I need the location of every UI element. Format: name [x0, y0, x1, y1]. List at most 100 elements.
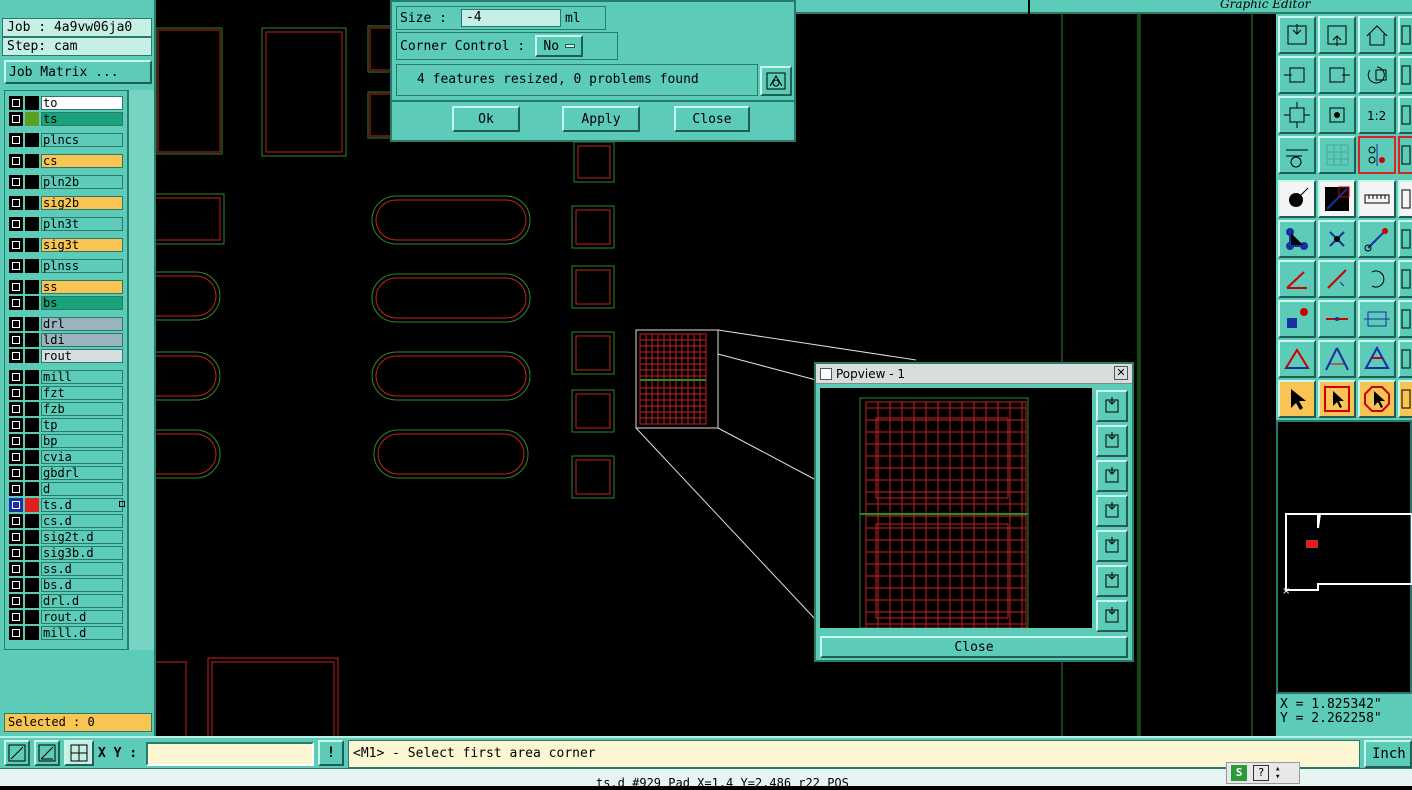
layer-color-swatch[interactable]: [25, 133, 39, 147]
layer-row[interactable]: cvia: [5, 449, 127, 465]
layer-checkbox[interactable]: [9, 530, 23, 544]
layer-name[interactable]: pln2b: [41, 175, 123, 189]
toolbar-button[interactable]: [1278, 96, 1316, 134]
toolbar-button[interactable]: [1398, 300, 1412, 338]
popview-close-icon[interactable]: ✕: [1114, 366, 1128, 380]
popview-close-button[interactable]: Close: [820, 636, 1128, 658]
layer-color-swatch[interactable]: [25, 514, 39, 528]
layer-color-swatch[interactable]: [25, 112, 39, 126]
layer-checkbox[interactable]: [9, 578, 23, 592]
layer-name[interactable]: rout.d: [41, 610, 123, 624]
layer-scrollbar[interactable]: [128, 90, 154, 650]
layer-color-swatch[interactable]: [25, 434, 39, 448]
toolbar-button[interactable]: 1:2: [1358, 96, 1396, 134]
layer-row[interactable]: ts.d: [5, 497, 127, 513]
layer-row[interactable]: ldi: [5, 332, 127, 348]
toolbar-button[interactable]: [1278, 260, 1316, 298]
toolbar-button[interactable]: [1318, 300, 1356, 338]
layer-name[interactable]: sig2b: [41, 196, 123, 210]
toolbar-button[interactable]: [1358, 180, 1396, 218]
layer-name[interactable]: rout: [41, 349, 123, 363]
layer-color-swatch[interactable]: [25, 594, 39, 608]
toolbar-button[interactable]: [1398, 96, 1412, 134]
layer-checkbox[interactable]: [9, 466, 23, 480]
toolbar-button[interactable]: [1278, 180, 1316, 218]
popview-tool-button[interactable]: [1096, 425, 1128, 457]
layer-name[interactable]: fzb: [41, 402, 123, 416]
layer-color-swatch[interactable]: [25, 402, 39, 416]
layer-row[interactable]: d: [5, 481, 127, 497]
layer-color-swatch[interactable]: [25, 626, 39, 640]
measure-mode-button[interactable]: [34, 740, 60, 766]
toolbar-button[interactable]: [1278, 340, 1316, 378]
layer-checkbox[interactable]: [9, 610, 23, 624]
arrows-icon[interactable]: ▴ ▾: [1275, 765, 1280, 782]
layer-checkbox[interactable]: [9, 434, 23, 448]
toolbar-button[interactable]: [1398, 340, 1412, 378]
layer-name[interactable]: ts.d: [41, 498, 123, 512]
layer-name[interactable]: bs.d: [41, 578, 123, 592]
toolbar-button[interactable]: [1318, 260, 1356, 298]
layer-name[interactable]: plnss: [41, 259, 123, 273]
layer-color-swatch[interactable]: [25, 386, 39, 400]
layer-name[interactable]: fzt: [41, 386, 123, 400]
toolbar-button[interactable]: [1318, 136, 1356, 174]
layer-color-swatch[interactable]: [25, 175, 39, 189]
layer-color-swatch[interactable]: [25, 498, 39, 512]
layer-row[interactable]: drl: [5, 316, 127, 332]
layer-name[interactable]: tp: [41, 418, 123, 432]
layer-row[interactable]: sig3t: [5, 237, 127, 253]
toolbar-button[interactable]: [1358, 136, 1396, 174]
layer-checkbox[interactable]: [9, 546, 23, 560]
layer-name[interactable]: to: [41, 96, 123, 110]
toolbar-button[interactable]: [1278, 56, 1316, 94]
layer-color-swatch[interactable]: [25, 154, 39, 168]
layer-row[interactable]: fzt: [5, 385, 127, 401]
layer-row[interactable]: mill.d: [5, 625, 127, 641]
layer-row[interactable]: mill: [5, 369, 127, 385]
layer-checkbox[interactable]: [9, 333, 23, 347]
toolbar-button[interactable]: [1278, 136, 1316, 174]
overview-map[interactable]: ×: [1276, 420, 1412, 694]
toolbar-button[interactable]: [1398, 220, 1412, 258]
layer-color-swatch[interactable]: [25, 546, 39, 560]
layer-row[interactable]: sig2b: [5, 195, 127, 211]
toolbar-button[interactable]: [1358, 220, 1396, 258]
layer-checkbox[interactable]: [9, 626, 23, 640]
layer-name[interactable]: sig2t.d: [41, 530, 123, 544]
popview-tool-button[interactable]: [1096, 530, 1128, 562]
alert-button[interactable]: !: [318, 740, 344, 766]
layer-checkbox[interactable]: [9, 418, 23, 432]
xy-input[interactable]: [146, 742, 314, 766]
layer-row[interactable]: fzb: [5, 401, 127, 417]
layer-checkbox[interactable]: [9, 450, 23, 464]
layer-row[interactable]: drl.d: [5, 593, 127, 609]
popview-tool-button[interactable]: [1096, 390, 1128, 422]
layer-color-swatch[interactable]: [25, 317, 39, 331]
layer-name[interactable]: pln3t: [41, 217, 123, 231]
report-button[interactable]: [760, 66, 792, 96]
layer-row[interactable]: bp: [5, 433, 127, 449]
layer-name[interactable]: ss: [41, 280, 123, 294]
layer-checkbox[interactable]: [9, 133, 23, 147]
layer-color-swatch[interactable]: [25, 96, 39, 110]
toolbar-button[interactable]: [1398, 380, 1412, 418]
toolbar-button[interactable]: [1278, 380, 1316, 418]
layer-row[interactable]: sig2t.d: [5, 529, 127, 545]
size-input[interactable]: -4: [460, 9, 561, 27]
snap-mode-button[interactable]: [4, 740, 30, 766]
layer-row[interactable]: tp: [5, 417, 127, 433]
toolbar-button[interactable]: [1398, 260, 1412, 298]
layer-checkbox[interactable]: [9, 296, 23, 310]
popview-tool-button[interactable]: [1096, 565, 1128, 597]
layer-checkbox[interactable]: [9, 196, 23, 210]
layer-row[interactable]: rout.d: [5, 609, 127, 625]
layer-name[interactable]: ss.d: [41, 562, 123, 576]
help-icon[interactable]: ?: [1253, 765, 1269, 781]
layer-name[interactable]: cvia: [41, 450, 123, 464]
popview-tool-button[interactable]: [1096, 495, 1128, 527]
layer-name[interactable]: drl: [41, 317, 123, 331]
layer-checkbox[interactable]: [9, 498, 23, 512]
s-icon[interactable]: S: [1231, 765, 1247, 781]
toolbar-button[interactable]: [1318, 380, 1356, 418]
